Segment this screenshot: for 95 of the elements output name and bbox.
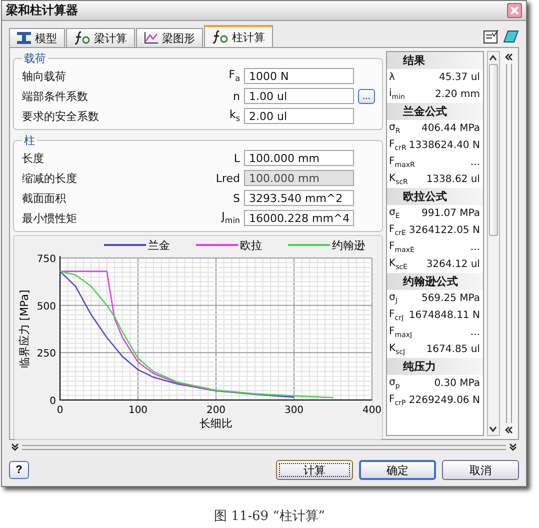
tick-label: 750 (36, 254, 56, 265)
result-value: 0.30 MPa (434, 378, 480, 389)
symbol: σ$_{E}$ (389, 207, 400, 220)
formula-icon (212, 30, 228, 44)
input-field[interactable]: 3293.540 mm^2 (244, 190, 354, 206)
symbol: F$_{a}$ (228, 68, 240, 84)
result-value: ... (470, 157, 480, 168)
tick-label: 100 (128, 405, 148, 416)
graph-icon (144, 32, 158, 44)
symbol: Lred (214, 172, 240, 184)
tick-label: 300 (284, 405, 304, 416)
section-header: 约翰逊公式 (387, 273, 483, 290)
window-title: 梁和柱计算器 (6, 2, 78, 19)
result-value: 45.37 ul (439, 72, 480, 83)
axis-title: 长细比 (200, 417, 232, 430)
axis-title: 临界应力 [MPa] (18, 290, 31, 368)
symbol: i$_{min}$ (389, 88, 405, 101)
tick-label: 400 (362, 405, 382, 416)
dialog-button[interactable]: 计算 (276, 460, 353, 480)
result-value: ... (470, 242, 480, 253)
field-label: 端部条件系数 (22, 88, 89, 104)
tick-label: 500 (36, 301, 56, 312)
scrollbar[interactable] (486, 51, 500, 436)
chevron-icon[interactable] (11, 443, 19, 451)
symbol: k$_{s}$ (228, 108, 240, 124)
symbol: σ$_{R}$ (389, 122, 400, 135)
symbol: λ (389, 72, 395, 83)
field-label: 最小惯性矩 (22, 210, 78, 226)
field-label: 缩减的长度 (22, 170, 78, 186)
input-field[interactable]: 2.00 ul (244, 108, 354, 124)
tab[interactable]: 梁图形 (136, 28, 203, 47)
legend-label: 约翰逊 (332, 239, 365, 252)
result-value: ... (470, 327, 480, 338)
legend-label: 欧拉 (240, 239, 262, 252)
result-value: 3264122.05 N (408, 225, 480, 236)
help-button[interactable]: ? (9, 461, 29, 479)
result-value: 1674848.11 N (408, 310, 480, 321)
result-value: 1674.85 ul (426, 344, 480, 355)
field-label: 轴向载荷 (22, 68, 67, 84)
properties-icon[interactable] (483, 28, 499, 44)
input-field[interactable]: 100.000 mm (244, 150, 354, 166)
field-label: 截面面积 (22, 190, 67, 206)
group-title: 柱 (23, 133, 36, 148)
beam-icon (17, 32, 31, 44)
tab[interactable]: 梁计算 (66, 28, 135, 47)
symbol: K$_{scR}$ (389, 173, 408, 186)
result-value: 1338624.40 N (408, 140, 480, 151)
symbol: J$_{min}$ (220, 210, 240, 226)
symbol: F$_{maxJ}$ (389, 326, 412, 339)
chevron-icon[interactable] (509, 443, 517, 451)
result-value: 1338.62 ul (426, 174, 480, 185)
symbol: F$_{crR}$ (389, 139, 406, 152)
symbol: F$_{crE}$ (389, 224, 406, 237)
section-header: 兰金公式 (387, 103, 483, 120)
group-title: 载荷 (23, 51, 47, 66)
tick-label: 250 (36, 348, 56, 360)
symbol: F$_{maxR}$ (389, 156, 415, 169)
symbol: S (232, 192, 240, 204)
symbol: σ$_{p}$ (389, 377, 400, 390)
tick-label: 0 (50, 396, 56, 407)
result-value: 3264.12 ul (426, 259, 480, 270)
symbol: K$_{scE}$ (389, 258, 408, 271)
figure-caption: 图 11-69 “柱计算” (212, 508, 326, 525)
close-icon[interactable] (507, 3, 522, 18)
tick-label: 0 (56, 405, 64, 416)
chevron-icon[interactable] (505, 426, 514, 434)
formula-icon (74, 31, 90, 45)
field-label: 长度 (22, 150, 45, 166)
result-value: 991.07 MPa (421, 208, 480, 219)
tick-label: 200 (206, 405, 226, 416)
input-field[interactable]: 1.00 ul (244, 88, 354, 104)
symbol: F$_{maxE}$ (389, 241, 414, 254)
symbol: n (232, 90, 240, 102)
input-field[interactable]: 16000.228 mm^4 (244, 210, 354, 226)
dialog-button[interactable]: 取消 (442, 460, 519, 480)
symbol: F$_{crP}$ (389, 394, 406, 407)
result-value: 406.44 MPa (421, 123, 480, 134)
chevron-icon[interactable] (505, 53, 514, 61)
section-header: 欧拉公式 (387, 188, 483, 205)
tab[interactable]: 模型 (9, 28, 65, 47)
result-value: 569.25 MPa (421, 293, 480, 304)
symbol: σ$_{J}$ (389, 292, 398, 305)
dialog-button[interactable]: 确定 (359, 460, 436, 480)
section-header: 纯压力 (387, 358, 483, 375)
result-value: 2.20 mm (435, 89, 480, 100)
symbol: F$_{crJ}$ (389, 309, 404, 322)
input-field[interactable]: 1000 N (244, 68, 354, 84)
field-label: 要求的安全系数 (22, 108, 100, 124)
section-header: 结果 (387, 52, 483, 69)
symbol: K$_{scJ}$ (389, 343, 406, 356)
symbol: L (232, 152, 240, 164)
tab[interactable]: 柱计算 (204, 25, 273, 47)
browse-button[interactable]: ... (358, 88, 375, 104)
legend-label: 兰金 (148, 239, 170, 252)
result-value: 2269249.06 N (408, 395, 480, 406)
